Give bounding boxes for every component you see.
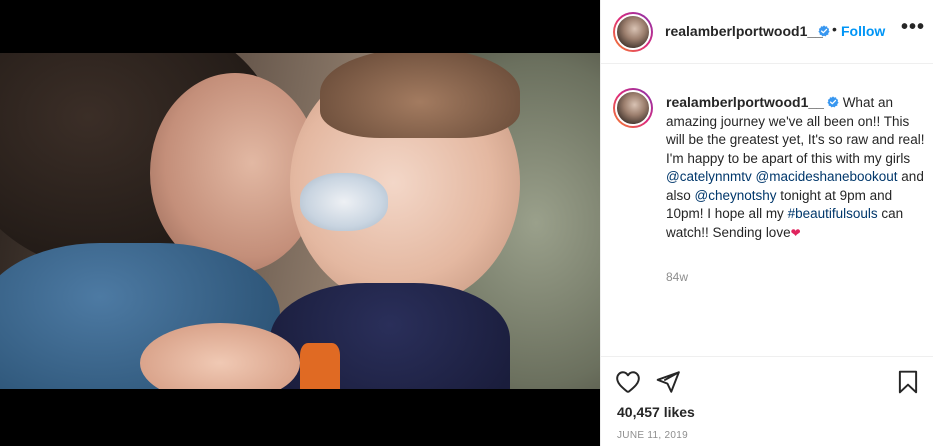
caption-username[interactable]: realamberlportwood1__ xyxy=(666,94,824,110)
verified-badge-icon xyxy=(827,96,839,108)
hashtag-link[interactable]: #beautifulsouls xyxy=(788,206,878,221)
mention-link[interactable]: @catelynnmtv xyxy=(666,169,752,184)
post-photo[interactable] xyxy=(0,53,600,389)
post-actions: 40,457 likes JUNE 11, 2019 xyxy=(601,356,933,446)
post-media[interactable] xyxy=(0,0,600,446)
photo-baby-hair xyxy=(320,53,520,138)
mention-link[interactable]: @cheynotshy xyxy=(695,188,777,203)
post-side-panel: realamberlportwood1__ • Follow ••• reala… xyxy=(600,0,933,446)
heart-emoji: ❤ xyxy=(790,225,801,240)
caption-avatar-image xyxy=(615,90,651,126)
likes-count[interactable]: 40,457 likes xyxy=(617,404,695,420)
author-avatar-image xyxy=(615,14,651,50)
post-caption: realamberlportwood1__ What an amazing jo… xyxy=(601,64,933,356)
author-username[interactable]: realamberlportwood1__ xyxy=(665,23,823,39)
post-header: realamberlportwood1__ • Follow ••• xyxy=(601,0,933,64)
post-date: JUNE 11, 2019 xyxy=(617,430,688,441)
relative-timestamp[interactable]: 84w xyxy=(666,270,688,284)
paper-plane-icon[interactable] xyxy=(655,369,681,395)
mention-link[interactable]: @macideshanebookout xyxy=(756,169,898,184)
caption-avatar[interactable] xyxy=(613,88,653,128)
verified-badge-icon xyxy=(818,25,830,37)
caption-text: realamberlportwood1__ What an amazing jo… xyxy=(666,93,928,242)
heart-icon[interactable] xyxy=(615,369,641,395)
photo-pacifier xyxy=(300,173,388,231)
author-avatar[interactable] xyxy=(613,12,653,52)
header-separator: • xyxy=(832,21,837,37)
photo-baby-sleeve xyxy=(300,343,340,389)
more-options-button[interactable]: ••• xyxy=(901,16,925,39)
bookmark-icon[interactable] xyxy=(895,369,921,395)
follow-button[interactable]: Follow xyxy=(841,23,885,39)
